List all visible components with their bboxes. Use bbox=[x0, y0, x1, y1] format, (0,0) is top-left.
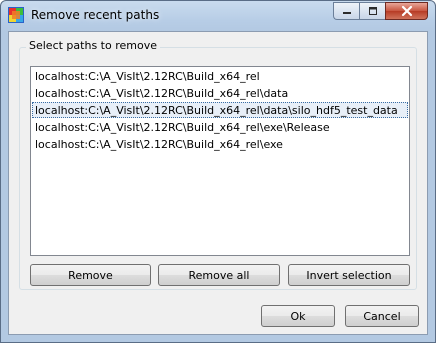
dialog-window: Remove recent paths Select paths to remo… bbox=[0, 0, 436, 343]
remove-all-button[interactable]: Remove all bbox=[158, 264, 280, 286]
remove-all-button-label: Remove all bbox=[188, 268, 250, 282]
close-button[interactable] bbox=[385, 2, 428, 20]
window-title: Remove recent paths bbox=[31, 8, 160, 22]
paths-group: Select paths to remove localhost:C:\A_Vi… bbox=[19, 39, 417, 290]
invert-selection-button[interactable]: Invert selection bbox=[288, 264, 410, 286]
ok-button[interactable]: Ok bbox=[261, 305, 335, 327]
paths-list[interactable]: localhost:C:\A_VisIt\2.12RC\Build_x64_re… bbox=[30, 66, 410, 256]
cancel-button-label: Cancel bbox=[363, 309, 401, 323]
minimize-button[interactable] bbox=[333, 2, 359, 20]
maximize-button[interactable] bbox=[359, 2, 385, 20]
remove-button[interactable]: Remove bbox=[30, 264, 151, 286]
cancel-button[interactable]: Cancel bbox=[345, 305, 419, 327]
list-item[interactable]: localhost:C:\A_VisIt\2.12RC\Build_x64_re… bbox=[32, 119, 408, 135]
group-label: Select paths to remove bbox=[26, 39, 160, 52]
app-icon bbox=[8, 7, 24, 23]
invert-selection-button-label: Invert selection bbox=[306, 268, 392, 282]
close-icon bbox=[401, 5, 412, 17]
remove-button-label: Remove bbox=[68, 268, 113, 282]
minimize-icon bbox=[342, 12, 351, 14]
maximize-icon bbox=[368, 7, 377, 15]
window-controls bbox=[333, 2, 428, 20]
title-bar[interactable]: Remove recent paths bbox=[1, 1, 435, 32]
list-item-selected[interactable]: localhost:C:\A_VisIt\2.12RC\Build_x64_re… bbox=[32, 102, 408, 118]
list-item[interactable]: localhost:C:\A_VisIt\2.12RC\Build_x64_re… bbox=[32, 85, 408, 101]
ok-button-label: Ok bbox=[290, 309, 306, 323]
list-item[interactable]: localhost:C:\A_VisIt\2.12RC\Build_x64_re… bbox=[32, 136, 408, 152]
list-item[interactable]: localhost:C:\A_VisIt\2.12RC\Build_x64_re… bbox=[32, 68, 408, 84]
dialog-body: Select paths to remove localhost:C:\A_Vi… bbox=[8, 31, 428, 335]
